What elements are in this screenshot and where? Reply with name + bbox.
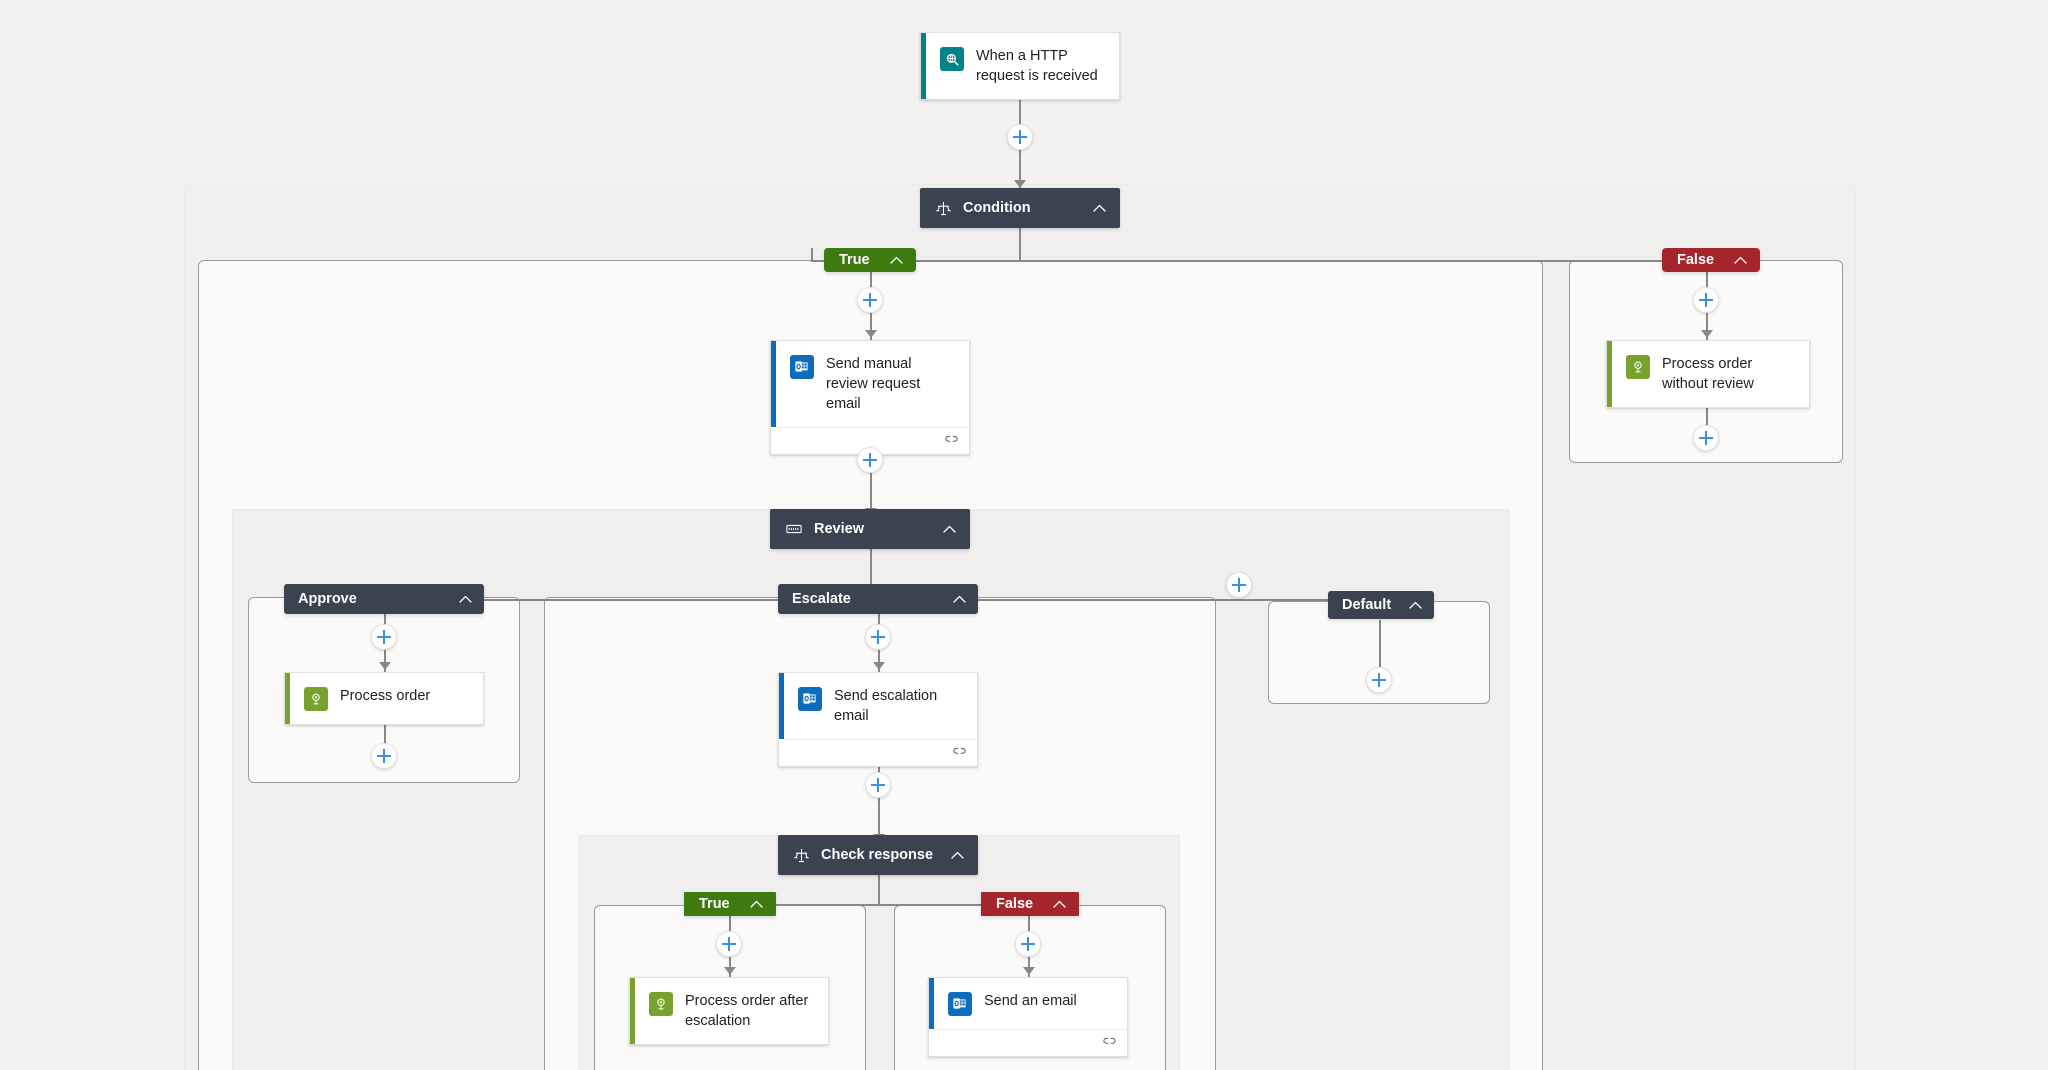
node-send-an-email[interactable]: Send an email [928, 977, 1128, 1057]
chevron-up-icon[interactable] [1734, 256, 1747, 264]
chevron-up-icon[interactable] [951, 851, 964, 859]
branch-label-text: True [839, 252, 870, 268]
node-title: Send escalation email [834, 688, 938, 724]
chevron-up-icon[interactable] [749, 900, 763, 908]
node-title: Process order [340, 688, 431, 704]
node-title: Review [814, 521, 864, 537]
link-icon[interactable] [952, 744, 967, 762]
nested-branch-label-true[interactable]: True [684, 892, 776, 916]
http-request-icon [940, 47, 964, 71]
plus-icon [1232, 578, 1246, 592]
chevron-up-icon[interactable] [1093, 204, 1106, 212]
node-when-a-http-request-is-received[interactable]: When a HTTP request is received [920, 32, 1120, 100]
chevron-up-icon[interactable] [889, 256, 903, 264]
connector-condition-split-stem [1019, 228, 1021, 261]
add-step-button-false-branch-bottom[interactable] [1693, 425, 1719, 451]
add-step-button-false-branch-top[interactable] [1693, 287, 1719, 313]
branch-label-text: False [996, 896, 1034, 912]
plus-icon [1372, 673, 1386, 687]
branch-label-false[interactable]: False [1662, 248, 1761, 272]
case-header-approve[interactable]: Approve [284, 584, 484, 614]
node-process-order-without-review[interactable]: Process order without review [1606, 340, 1810, 408]
node-footer [934, 1029, 1127, 1056]
node-check-response[interactable]: Check response [778, 835, 978, 875]
node-title: When a HTTP request is received [976, 48, 1098, 84]
connector-arrow-process-without-review [1701, 330, 1713, 338]
connector-arrow-manual-review [865, 330, 877, 338]
add-step-button-default[interactable] [1366, 667, 1392, 693]
chevron-up-icon[interactable] [1053, 900, 1066, 908]
connector-arrow-send-an-email [1023, 967, 1035, 975]
add-step-button-after-trigger[interactable] [1007, 124, 1033, 150]
outlook-icon [948, 992, 972, 1016]
add-step-button-approve-top[interactable] [371, 624, 397, 650]
plus-icon [871, 778, 885, 792]
node-process-order-after-escalation[interactable]: Process order after escalation [629, 977, 829, 1045]
plus-icon [871, 630, 885, 644]
node-title: Send manual review request email [826, 356, 921, 412]
outlook-icon [798, 687, 822, 711]
branch-label-text: True [699, 896, 730, 912]
connector-arrow-condition [1014, 180, 1026, 188]
case-header-escalate[interactable]: Escalate [778, 584, 978, 614]
branch-label-true[interactable]: True [824, 248, 916, 272]
add-step-button-before-check-response[interactable] [865, 772, 891, 798]
chevron-up-icon[interactable] [953, 595, 966, 603]
node-title: Process order without review [1662, 356, 1754, 392]
node-title: Check response [821, 847, 934, 863]
plus-icon [377, 630, 391, 644]
plus-icon [1699, 431, 1713, 445]
add-step-button-escalate-top[interactable] [865, 624, 891, 650]
node-footer [784, 739, 977, 766]
condition-icon [794, 848, 809, 863]
plus-icon [1013, 130, 1027, 144]
case-label-text: Escalate [792, 591, 851, 607]
add-step-button-nested-false-top[interactable] [1015, 931, 1041, 957]
add-step-button-approve-bottom[interactable] [371, 743, 397, 769]
connector-default-to-add [1379, 620, 1381, 672]
plus-icon [1699, 293, 1713, 307]
chevron-up-icon[interactable] [459, 595, 472, 603]
node-title: Process order after escalation [685, 993, 809, 1029]
process-order-icon [1626, 355, 1650, 379]
add-step-button-true-branch-top[interactable] [857, 287, 883, 313]
node-send-manual-review-request-email[interactable]: Send manual review request email [770, 340, 970, 455]
connector-arrow-process-order [379, 662, 391, 670]
connector-arrow-process-after-escalation [724, 967, 736, 975]
connector-arrow-escalation-email [873, 662, 885, 670]
node-process-order[interactable]: Process order [284, 672, 484, 725]
case-label-text: Default [1342, 597, 1392, 613]
add-step-button-nested-true-top[interactable] [716, 931, 742, 957]
plus-icon [1021, 937, 1035, 951]
case-header-default[interactable]: Default [1328, 591, 1435, 619]
plus-icon [722, 937, 736, 951]
node-review-switch[interactable]: Review [770, 509, 970, 549]
add-step-button-before-review[interactable] [857, 447, 883, 473]
case-label-text: Approve [298, 591, 357, 607]
process-order-icon [649, 992, 673, 1016]
node-title: Condition [963, 200, 1031, 216]
link-icon[interactable] [1102, 1034, 1117, 1052]
workflow-designer-canvas[interactable]: When a HTTP request is received Conditio… [0, 0, 2048, 1070]
link-icon[interactable] [944, 432, 959, 450]
nested-branch-label-false[interactable]: False [981, 892, 1080, 916]
branch-label-text: False [1677, 252, 1715, 268]
process-order-icon [304, 687, 328, 711]
connector-condition-split-bar [811, 260, 1731, 262]
connector-condition-to-true [811, 248, 813, 262]
plus-icon [863, 293, 877, 307]
switch-icon [786, 523, 802, 535]
chevron-up-icon[interactable] [943, 525, 956, 533]
add-case-button[interactable] [1226, 572, 1252, 598]
plus-icon [377, 749, 391, 763]
node-title: Send an email [984, 993, 1077, 1009]
outlook-icon [790, 355, 814, 379]
node-condition[interactable]: Condition [920, 188, 1120, 228]
chevron-up-icon[interactable] [1409, 601, 1422, 609]
plus-icon [863, 453, 877, 467]
condition-icon [936, 201, 951, 216]
node-send-escalation-email[interactable]: Send escalation email [778, 672, 978, 767]
connector-check-response-split-stem [878, 874, 880, 905]
